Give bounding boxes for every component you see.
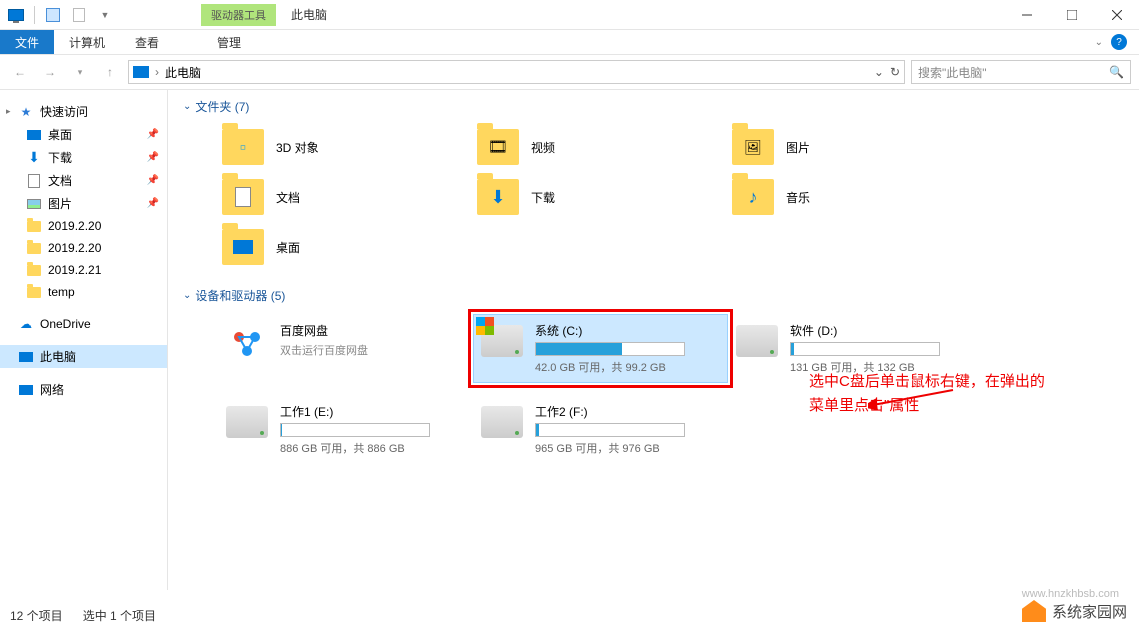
onedrive-icon: ☁ <box>18 316 34 332</box>
folder-icon: 🎞 <box>477 129 519 165</box>
drive-icon <box>481 325 523 357</box>
baidu-icon <box>226 322 268 364</box>
search-icon: 🔍 <box>1109 65 1124 79</box>
watermark-logo <box>1022 600 1046 622</box>
search-input[interactable]: 搜索"此电脑" 🔍 <box>911 60 1131 84</box>
folder-music[interactable]: ♪音乐 <box>728 175 983 219</box>
drive-c[interactable]: 系统 (C:)42.0 GB 可用，共 99.2 GB <box>473 314 728 383</box>
status-bar: 12 个项目 选中 1 个项目 <box>10 607 156 624</box>
drive-tools-tab[interactable]: 驱动器工具 <box>201 4 276 26</box>
forward-button[interactable]: → <box>38 60 62 84</box>
annotation-text: 选中C盘后单击鼠标右键，在弹出的 菜单里点击"属性 <box>809 370 1119 418</box>
sidebar-pictures[interactable]: 图片📌 <box>0 192 167 215</box>
folder-videos[interactable]: 🎞视频 <box>473 125 728 169</box>
chevron-down-icon: ⌄ <box>183 101 191 112</box>
sidebar-downloads[interactable]: ⬇下载📌 <box>0 146 167 169</box>
tab-computer[interactable]: 计算机 <box>54 30 120 54</box>
folder-icon <box>26 284 42 300</box>
usage-bar <box>790 342 940 356</box>
drive-e[interactable]: 工作1 (E:)886 GB 可用，共 886 GB <box>218 395 473 464</box>
back-button[interactable]: ← <box>8 60 32 84</box>
app-icon[interactable] <box>5 4 27 26</box>
folder-documents[interactable]: 文档 <box>218 175 473 219</box>
folder-downloads[interactable]: ⬇下载 <box>473 175 728 219</box>
sidebar-network[interactable]: 网络 <box>0 378 167 401</box>
sidebar-documents[interactable]: 文档📌 <box>0 169 167 192</box>
picture-icon <box>26 196 42 212</box>
sidebar-folder-3[interactable]: 2019.2.21 <box>0 259 167 281</box>
folder-icon <box>222 179 264 215</box>
usage-bar <box>535 423 685 437</box>
watermark: 系统家园网 <box>1022 600 1127 622</box>
sidebar-this-pc[interactable]: 此电脑 <box>0 345 167 368</box>
folder-desktop[interactable]: 桌面 <box>218 225 473 269</box>
sidebar-onedrive[interactable]: ☁OneDrive <box>0 313 167 335</box>
pin-icon: 📌 <box>147 152 159 163</box>
usage-bar <box>280 423 430 437</box>
sidebar-folder-4[interactable]: temp <box>0 281 167 303</box>
minimize-button[interactable] <box>1004 0 1049 30</box>
folder-pictures[interactable]: 🖼图片 <box>728 125 983 169</box>
drive-f[interactable]: 工作2 (F:)965 GB 可用，共 976 GB <box>473 395 728 464</box>
location-icon <box>133 66 149 78</box>
ribbon-tabs: 文件 计算机 查看 管理 ⌄ ? <box>0 30 1139 55</box>
desktop-icon <box>26 127 42 143</box>
section-devices[interactable]: ⌄设备和驱动器 (5) <box>183 287 1124 304</box>
search-placeholder: 搜索"此电脑" <box>918 64 987 81</box>
folder-icon: ♪ <box>732 179 774 215</box>
content-area: ⌄文件夹 (7) ▫3D 对象 🎞视频 🖼图片 文档 ⬇下载 ♪音乐 桌面 ⌄设… <box>168 90 1139 590</box>
sidebar-quick-access[interactable]: ▸★快速访问 <box>0 100 167 123</box>
folder-icon <box>26 240 42 256</box>
pc-icon <box>18 349 34 365</box>
sidebar-folder-2[interactable]: 2019.2.20 <box>0 237 167 259</box>
qat-new-icon[interactable] <box>68 4 90 26</box>
address-dropdown-icon[interactable]: ⌄ <box>874 65 884 79</box>
sidebar-desktop[interactable]: 桌面📌 <box>0 123 167 146</box>
address-input[interactable]: › 此电脑 ⌄ ↻ <box>128 60 905 84</box>
pin-icon: 📌 <box>147 198 159 209</box>
status-selected-count: 选中 1 个项目 <box>83 607 156 624</box>
help-icon[interactable]: ? <box>1111 34 1127 50</box>
watermark-url: www.hnzkhbsb.com <box>1022 588 1119 600</box>
qat-properties-icon[interactable] <box>42 4 64 26</box>
section-folders[interactable]: ⌄文件夹 (7) <box>183 98 1124 115</box>
folder-icon: 🖼 <box>732 129 774 165</box>
sidebar-folder-1[interactable]: 2019.2.20 <box>0 215 167 237</box>
tab-file[interactable]: 文件 <box>0 30 54 54</box>
drive-baidu[interactable]: 百度网盘双击运行百度网盘 <box>218 314 473 383</box>
window-title: 此电脑 <box>291 6 327 23</box>
ribbon-expand-icon[interactable]: ⌄ <box>1095 37 1103 48</box>
drive-icon <box>736 325 778 357</box>
address-bar: ← → ▾ ↑ › 此电脑 ⌄ ↻ 搜索"此电脑" 🔍 <box>0 55 1139 90</box>
folder-icon: ⬇ <box>477 179 519 215</box>
quick-access-toolbar: ▼ <box>0 4 116 26</box>
qat-dropdown-icon[interactable]: ▼ <box>94 4 116 26</box>
usage-bar <box>535 342 685 356</box>
close-button[interactable] <box>1094 0 1139 30</box>
recent-dropdown[interactable]: ▾ <box>68 60 92 84</box>
pin-icon: 📌 <box>147 129 159 140</box>
tab-view[interactable]: 查看 <box>120 30 174 54</box>
star-icon: ★ <box>18 104 34 120</box>
status-item-count: 12 个项目 <box>10 607 63 624</box>
folder-icon <box>222 229 264 265</box>
titlebar: ▼ 驱动器工具 此电脑 <box>0 0 1139 30</box>
tab-manage[interactable]: 管理 <box>202 30 256 54</box>
drive-icon <box>481 406 523 438</box>
folder-icon <box>26 262 42 278</box>
chevron-down-icon: ⌄ <box>183 290 191 301</box>
folder-icon <box>26 218 42 234</box>
network-icon <box>18 382 34 398</box>
refresh-icon[interactable]: ↻ <box>890 65 900 79</box>
document-icon <box>26 173 42 189</box>
address-text: 此电脑 <box>165 64 201 81</box>
up-button[interactable]: ↑ <box>98 60 122 84</box>
navigation-pane: ▸★快速访问 桌面📌 ⬇下载📌 文档📌 图片📌 2019.2.20 2019.2… <box>0 90 168 590</box>
folder-icon: ▫ <box>222 129 264 165</box>
pin-icon: 📌 <box>147 175 159 186</box>
maximize-button[interactable] <box>1049 0 1094 30</box>
drive-icon <box>226 406 268 438</box>
folder-3d-objects[interactable]: ▫3D 对象 <box>218 125 473 169</box>
download-icon: ⬇ <box>26 150 42 166</box>
